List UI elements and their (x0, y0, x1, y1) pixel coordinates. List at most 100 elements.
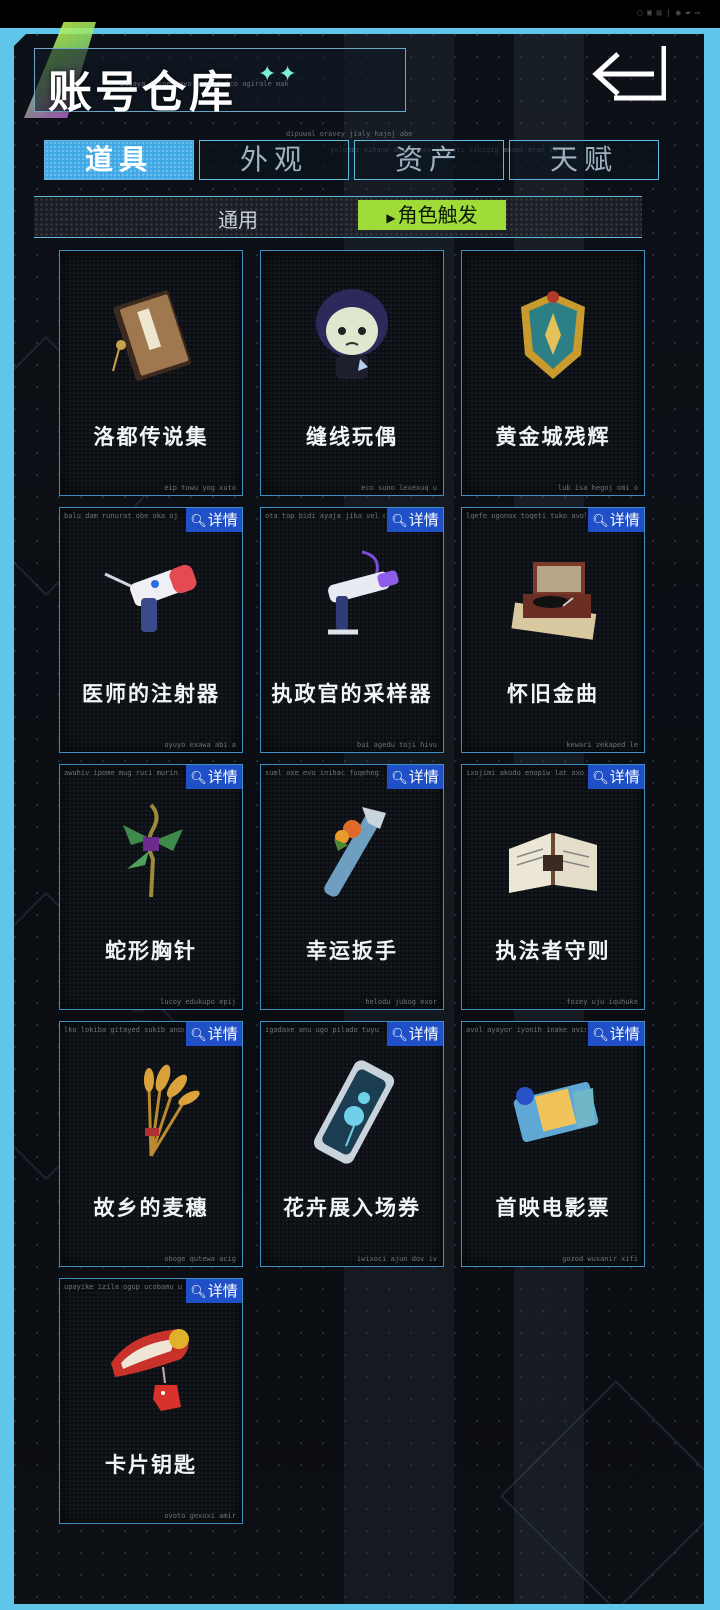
item-card[interactable]: awuhiv ipome mug ruci murin 🔍︎详情 蛇形胸针 lu… (59, 764, 243, 1010)
stitched-doll-icon (316, 289, 388, 379)
decor-text: oboge qutewa acig (164, 1255, 236, 1263)
magnifier-icon: 🔍︎ (391, 514, 408, 529)
item-name: 缝线玩偶 (306, 425, 398, 449)
item-card[interactable]: lqefe ogonox toqeti tuko avol 🔍︎详情 怀旧金曲 … (461, 507, 645, 753)
decor-text: upayike izila ogup ucobamu u (64, 1283, 183, 1291)
subtab-bar (34, 196, 642, 238)
item-name: 黄金城残辉 (495, 425, 611, 449)
magnifier-icon: 🔍︎ (592, 514, 609, 529)
item-card[interactable]: igadaxe anu ugo pilado tuyu 🔍︎详情 花卉展入场券 … (260, 1021, 444, 1267)
wheat-icon (144, 1064, 200, 1157)
detail-label: 详情 (408, 768, 439, 786)
page-title: 账号仓库 (48, 67, 236, 118)
detail-label: 详情 (207, 768, 238, 786)
magnifier-icon: 🔍︎ (592, 1028, 609, 1043)
detail-button[interactable]: 🔍︎详情 (588, 508, 644, 532)
decor-text: ovoto gexoxi amir (164, 1512, 236, 1520)
decor-text: lqefe ogonox toqeti tuko avol (466, 512, 586, 520)
detail-button[interactable]: 🔍︎详情 (186, 1022, 242, 1046)
magnifier-icon: 🔍︎ (592, 771, 609, 786)
item-card[interactable]: 洛都传说集 eip towu yog xuto (59, 250, 243, 496)
snake-brooch-icon (123, 803, 183, 898)
tab-assets[interactable]: 资产 (354, 140, 504, 180)
item-name: 首映电影票 (495, 1196, 611, 1220)
decor-text: suml oxe evo inihac fuqeheg (265, 769, 379, 777)
card-key-icon (111, 1329, 189, 1411)
decor-text: lucoy edukupo epij (160, 998, 236, 1006)
detail-label: 详情 (609, 768, 640, 786)
legend-book-icon (112, 290, 192, 381)
item-name: 医师的注射器 (82, 682, 220, 706)
decor-text: helodu jubog exor (365, 998, 437, 1006)
magnifier-icon: 🔍︎ (190, 514, 207, 529)
detail-button[interactable]: 🔍︎详情 (588, 765, 644, 789)
sampler-icon (328, 550, 399, 635)
back-button[interactable] (584, 40, 666, 104)
decor-text: ixojimi akodo enopiw lat axo (466, 769, 585, 777)
record-player-icon (511, 562, 597, 640)
item-card[interactable]: 缝线玩偶 eco suno lexexuq u (260, 250, 444, 496)
tab-talents[interactable]: 天赋 (509, 140, 659, 180)
item-name: 执法者守则 (495, 939, 611, 963)
subtab-character-label: 角色触发 (397, 203, 478, 227)
item-name: 故乡的麦穗 (93, 1196, 209, 1220)
item-card[interactable]: suml oxe evo inihac fuqeheg 🔍︎详情 幸运扳手 he… (260, 764, 444, 1010)
subtab-general[interactable]: 通用 (218, 204, 258, 233)
detail-button[interactable]: 🔍︎详情 (387, 508, 443, 532)
wrench-icon (324, 807, 386, 897)
magnifier-icon: 🔍︎ (190, 771, 207, 786)
magnifier-icon: 🔍︎ (391, 771, 408, 786)
detail-button[interactable]: 🔍︎详情 (186, 765, 242, 789)
tab-items[interactable]: 道具 (44, 140, 194, 180)
detail-button[interactable]: 🔍︎详情 (387, 1022, 443, 1046)
subtab-character-trigger[interactable]: ▶ 角色触发 (358, 200, 506, 230)
flower-ticket-icon (313, 1060, 395, 1164)
open-book-icon (509, 833, 597, 893)
item-card[interactable]: balu dam runurat obe oka oj 🔍︎详情 医师的注射器 … (59, 507, 243, 753)
status-icons: ▢ ▣ ▤ | ◉ ▰ ▭ (637, 8, 700, 17)
item-name: 洛都传说集 (93, 425, 209, 449)
item-name: 怀旧金曲 (507, 682, 599, 706)
movie-ticket-icon (513, 1082, 599, 1142)
detail-label: 详情 (408, 1025, 439, 1043)
decor-text: balu dam runurat obe oka oj (64, 512, 178, 520)
detail-button[interactable]: 🔍︎详情 (588, 1022, 644, 1046)
item-card[interactable]: upayike izila ogup ucobamu u 🔍︎详情 卡片钥匙 o… (59, 1278, 243, 1524)
detail-label: 详情 (207, 511, 238, 529)
tab-appearance[interactable]: 外观 (199, 140, 349, 180)
decor-text: avol ayayor iyonih inake avis (466, 1026, 586, 1034)
detail-label: 详情 (408, 511, 439, 529)
decor-text: oyuyo exawa abi a (164, 741, 236, 749)
item-card[interactable]: 黄金城残辉 lub isa hegoj omi o (461, 250, 645, 496)
item-name: 卡片钥匙 (105, 1453, 197, 1477)
item-card[interactable]: avol ayayor iyonih inake avis 🔍︎详情 首映电影票… (461, 1021, 645, 1267)
decor-text: kewari zekaped le (566, 741, 638, 749)
decor-text: fozey uju iquhuke (566, 998, 638, 1006)
item-name: 蛇形胸针 (105, 939, 197, 963)
detail-button[interactable]: 🔍︎详情 (387, 765, 443, 789)
detail-button[interactable]: 🔍︎详情 (186, 508, 242, 532)
magnifier-icon: 🔍︎ (190, 1028, 207, 1043)
decor-text: ota top bidi ayaja jika vel on (265, 512, 385, 520)
detail-label: 详情 (609, 511, 640, 529)
detail-label: 详情 (609, 1025, 640, 1043)
item-card[interactable]: lko lokiba gitayed sukib anox 🔍︎详情 故乡的麦穗… (59, 1021, 243, 1267)
golden-crest-icon (521, 291, 585, 379)
back-arrow-icon (592, 46, 666, 101)
decor-text: bagaya iuine vayo amilai ico agirale mak (120, 80, 289, 88)
magnifier-icon: 🔍︎ (391, 1028, 408, 1043)
magnifier-icon: 🔍︎ (190, 1285, 207, 1300)
item-card[interactable]: ixojimi akodo enopiw lat axo 🔍︎详情 执法者守则 … (461, 764, 645, 1010)
item-card[interactable]: ota top bidi ayaja jika vel on 🔍︎详情 执政官的… (260, 507, 444, 753)
decor-text: eip towu yog xuto (164, 484, 236, 492)
decor-text: igadaxe anu ugo pilado tuyu (265, 1026, 379, 1034)
decor-text: lko lokiba gitayed sukib anox (64, 1026, 184, 1034)
decor-text: eco suno lexexuq u (361, 484, 437, 492)
decor-text: lub isa hegoj omi o (557, 484, 638, 492)
status-strip: ▢ ▣ ▤ | ◉ ▰ ▭ (0, 0, 720, 28)
detail-button[interactable]: 🔍︎详情 (186, 1279, 242, 1303)
detail-label: 详情 (207, 1282, 238, 1300)
detail-label: 详情 (207, 1025, 238, 1043)
item-name: 花卉展入场券 (283, 1196, 421, 1220)
play-arrow-icon: ▶ (386, 211, 396, 225)
